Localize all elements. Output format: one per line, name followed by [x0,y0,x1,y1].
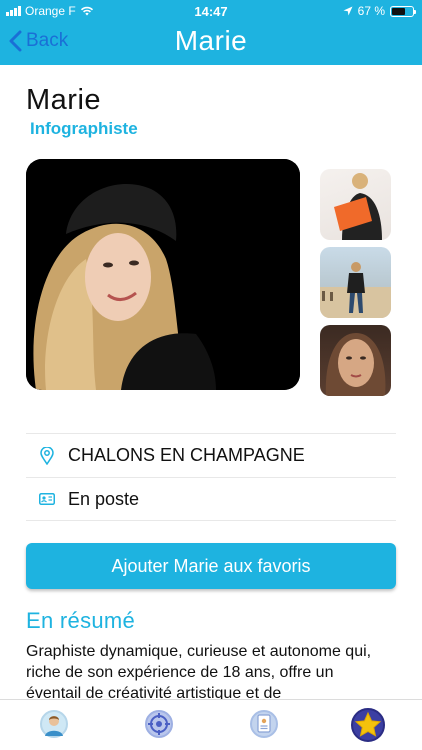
gallery-thumbnail[interactable] [320,247,391,318]
id-card-icon [39,493,55,505]
gallery-thumbnail[interactable] [320,169,391,240]
photo-image [320,262,391,318]
location-text: CHALONS EN CHAMPAGNE [68,445,305,465]
summary-text: Graphiste dynamique, curieuse et autonom… [26,643,372,702]
gallery-thumbnail[interactable] [320,325,391,396]
battery-icon [390,5,416,17]
photo-image [334,173,382,240]
tab-favorites[interactable] [351,708,385,742]
document-icon [257,714,271,733]
add-to-favorites-label: Ajouter Marie aux favoris [111,555,311,576]
status-bar: Orange F 14:47 67 % [0,0,422,22]
tab-target[interactable] [145,710,173,738]
profile-avatar-icon [45,716,63,736]
star-icon [354,711,382,737]
map-pin-icon [40,446,54,465]
battery-percent: 67 % [357,4,385,18]
top-bar: Orange F 14:47 67 % Back Marie [0,0,422,65]
photo-image [325,333,386,396]
location-arrow-icon [343,6,353,16]
add-to-favorites-button[interactable]: Ajouter Marie aux favoris [26,543,396,589]
profile-photo[interactable] [26,159,300,390]
summary-heading: En résumé [26,608,136,633]
portrait-image [26,159,300,390]
tab-profile[interactable] [40,710,68,738]
employment-status-row: En poste [26,477,396,521]
profile-role: Infographiste [30,119,138,138]
page-title: Marie [174,25,248,56]
employment-status-text: En poste [68,488,140,509]
location-row: CHALONS EN CHAMPAGNE [26,433,396,477]
battery-fill [392,7,406,15]
profile-name: Marie [26,84,102,116]
tab-bar [0,699,422,750]
tab-documents[interactable] [250,710,278,738]
target-icon [148,713,170,735]
